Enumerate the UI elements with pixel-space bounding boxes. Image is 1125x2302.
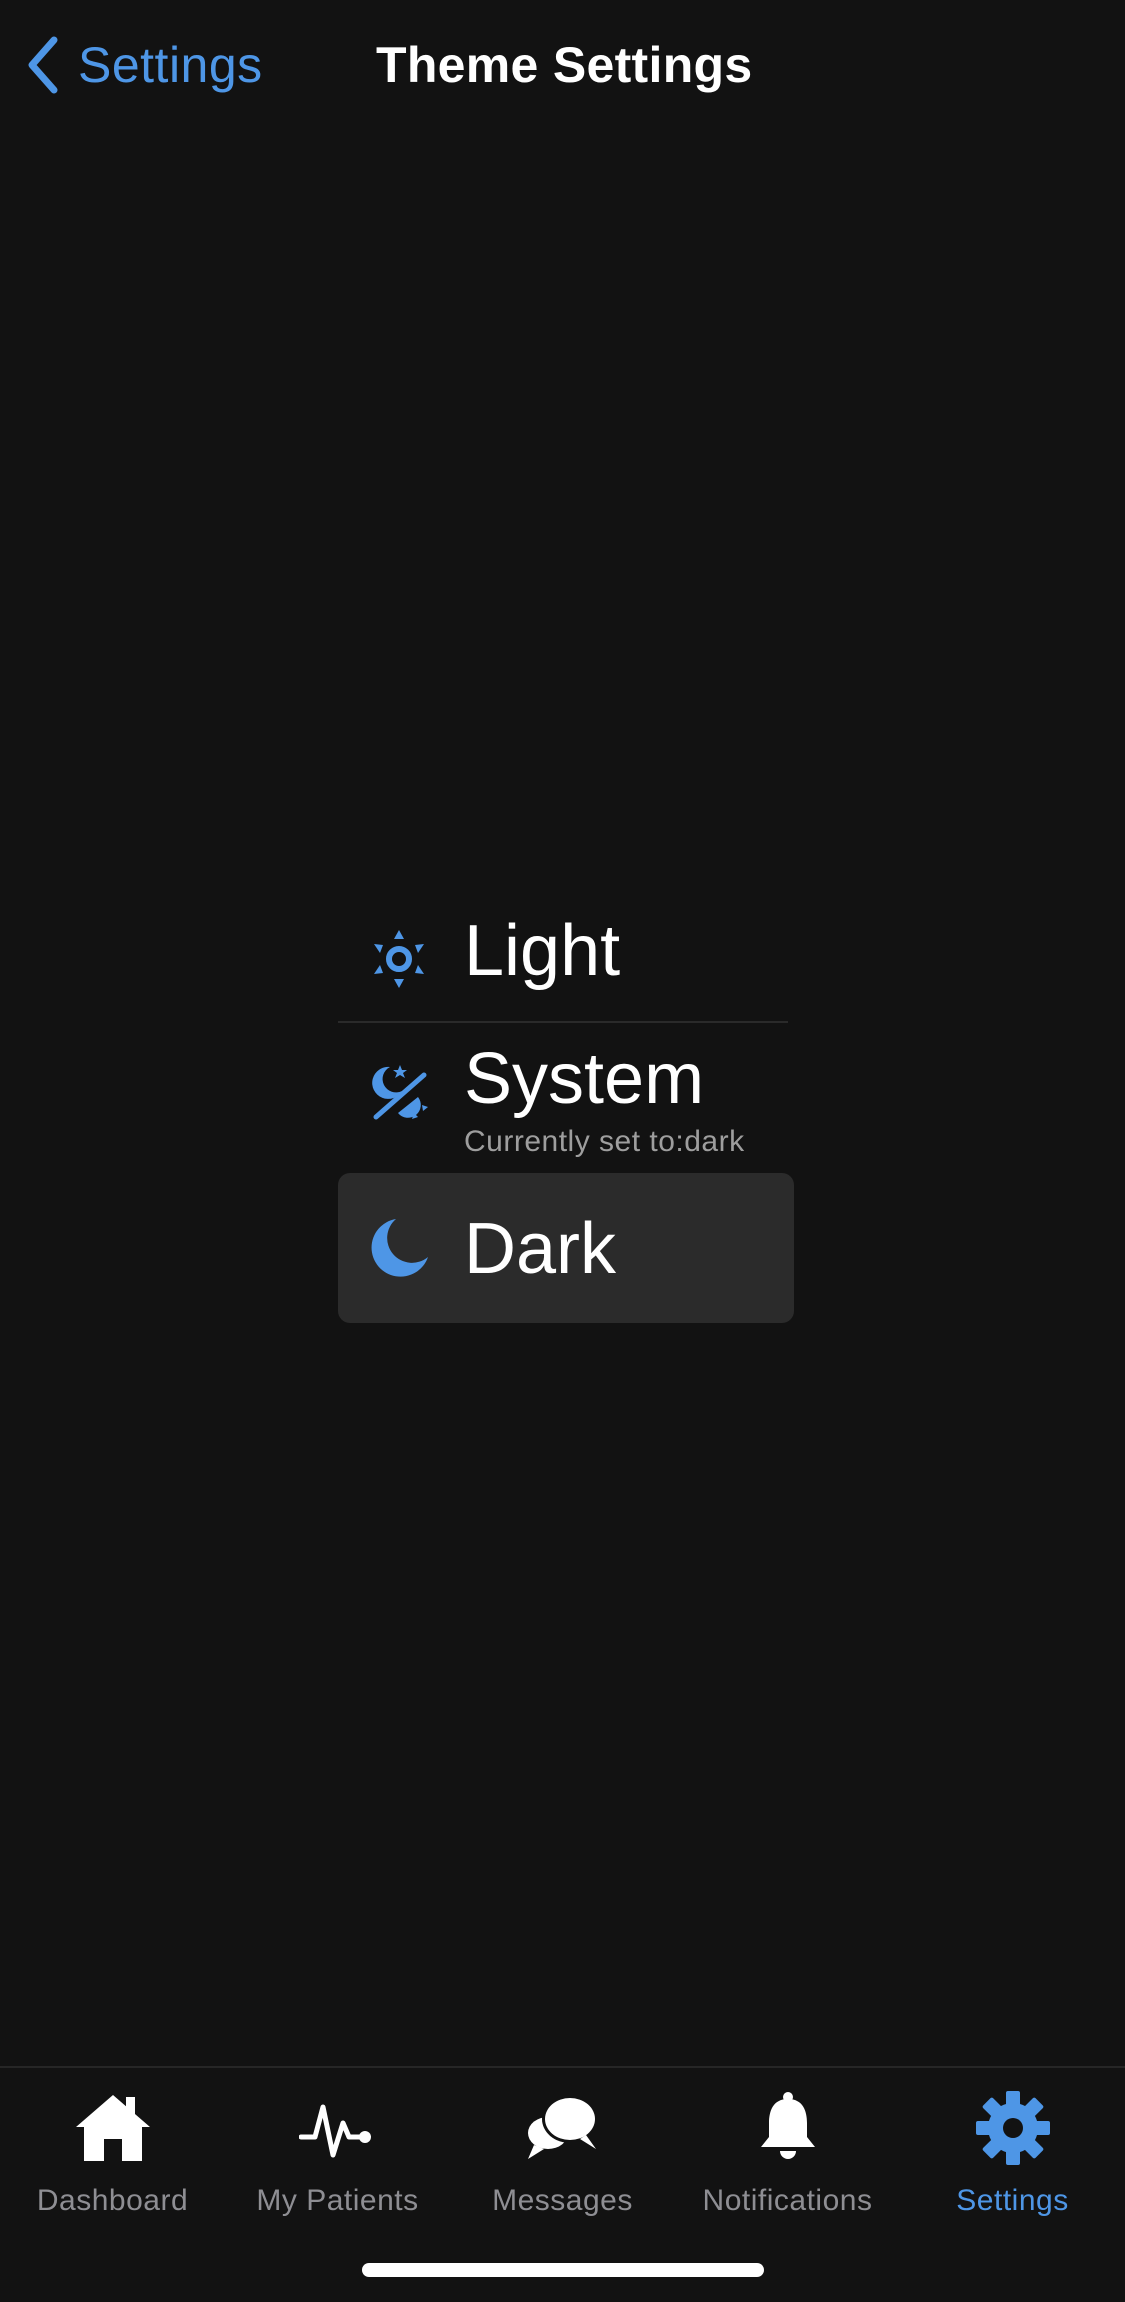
- back-button[interactable]: Settings: [22, 30, 263, 100]
- chat-bubbles-icon: [523, 2088, 603, 2168]
- tab-my-patients[interactable]: My Patients: [225, 2088, 450, 2238]
- tab-label: Notifications: [702, 2184, 873, 2217]
- bell-icon: [748, 2088, 828, 2168]
- moon-icon: [368, 1217, 430, 1279]
- auto-theme-icon: [368, 1061, 430, 1123]
- theme-option-light[interactable]: Light: [338, 895, 788, 1023]
- tab-notifications[interactable]: Notifications: [675, 2088, 900, 2238]
- home-indicator: [362, 2263, 764, 2277]
- tab-label: Settings: [956, 2184, 1069, 2217]
- theme-option-dark-selected[interactable]: Dark: [338, 1173, 794, 1323]
- theme-label-light: Light: [464, 911, 621, 991]
- chevron-left-icon: [28, 36, 58, 94]
- tab-label: My Patients: [256, 2184, 419, 2217]
- tab-messages[interactable]: Messages: [450, 2088, 675, 2238]
- theme-options-list: Light System Currently set to:dark Dark: [338, 895, 794, 1323]
- theme-label-dark: Dark: [464, 1209, 617, 1289]
- page-title: Theme Settings: [376, 37, 753, 93]
- gear-icon: [973, 2088, 1053, 2168]
- back-label: Settings: [78, 37, 263, 93]
- home-icon: [73, 2088, 153, 2168]
- tab-settings-active[interactable]: Settings: [900, 2088, 1125, 2238]
- sun-icon: [368, 928, 430, 990]
- nav-header: Settings Theme Settings: [0, 0, 1125, 130]
- tab-label: Dashboard: [36, 2184, 189, 2217]
- theme-settings-screen: Settings Theme Settings Light System Cur…: [0, 0, 1125, 2302]
- theme-label-system: System: [464, 1039, 705, 1119]
- heartbeat-icon: [298, 2088, 378, 2168]
- tab-dashboard[interactable]: Dashboard: [0, 2088, 225, 2238]
- theme-option-system[interactable]: System Currently set to:dark: [338, 1023, 794, 1173]
- tab-label: Messages: [492, 2184, 633, 2217]
- system-theme-status: Currently set to:dark: [464, 1125, 745, 1158]
